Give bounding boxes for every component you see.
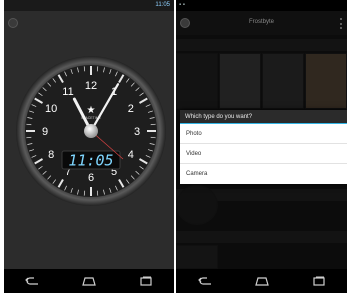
status-time: 11:05 (155, 2, 170, 8)
home-icon[interactable] (251, 274, 273, 288)
status-bar: 11:05 (4, 0, 174, 11)
clock-numeral: 4 (128, 149, 134, 161)
home-icon[interactable] (78, 274, 100, 288)
back-icon[interactable] (194, 274, 216, 288)
clock-numeral: 8 (48, 149, 54, 161)
analog-clock[interactable]: 121234567891011 ★ SPACETIME 11:05 (15, 55, 167, 207)
app-title: Frostbyte (248, 19, 274, 25)
navigation-bar (4, 269, 174, 293)
clock-numeral: 6 (88, 172, 94, 184)
recent-apps-icon[interactable] (135, 274, 157, 288)
clock-app-screen: 11:05 121234567891011 ★ SPACETIME 11:05 (4, 0, 174, 293)
app-bar (4, 11, 174, 35)
recent-apps-icon[interactable] (308, 274, 330, 288)
option-camera[interactable]: Camera (180, 164, 347, 184)
clock-numeral: 12 (85, 80, 97, 92)
gallery-app-screen: ▪ ▪ Frostbyte Which type do you want? Ph… (176, 0, 347, 293)
clock-numeral: 11 (62, 86, 73, 98)
clock-numeral: 3 (134, 126, 140, 138)
type-picker-dialog: Which type do you want? Photo Video Came… (180, 110, 347, 184)
dialog-title: Which type do you want? (180, 110, 347, 124)
app-bar: Frostbyte (176, 11, 347, 35)
brand-star-icon: ★ (87, 105, 96, 116)
overflow-menu-icon[interactable] (340, 18, 343, 29)
app-icon[interactable] (8, 18, 18, 28)
option-photo[interactable]: Photo (180, 124, 347, 144)
clock-numeral: 2 (128, 103, 134, 115)
digital-time: 11:05 (68, 152, 113, 170)
option-video[interactable]: Video (180, 144, 347, 164)
clock-center-cap (84, 124, 98, 138)
notification-icons: ▪ ▪ (179, 2, 185, 8)
status-bar: ▪ ▪ (176, 0, 347, 11)
clock-numeral: 9 (42, 126, 48, 138)
clock-numeral: 10 (45, 103, 57, 115)
navigation-bar (176, 269, 347, 293)
back-icon[interactable] (21, 274, 43, 288)
